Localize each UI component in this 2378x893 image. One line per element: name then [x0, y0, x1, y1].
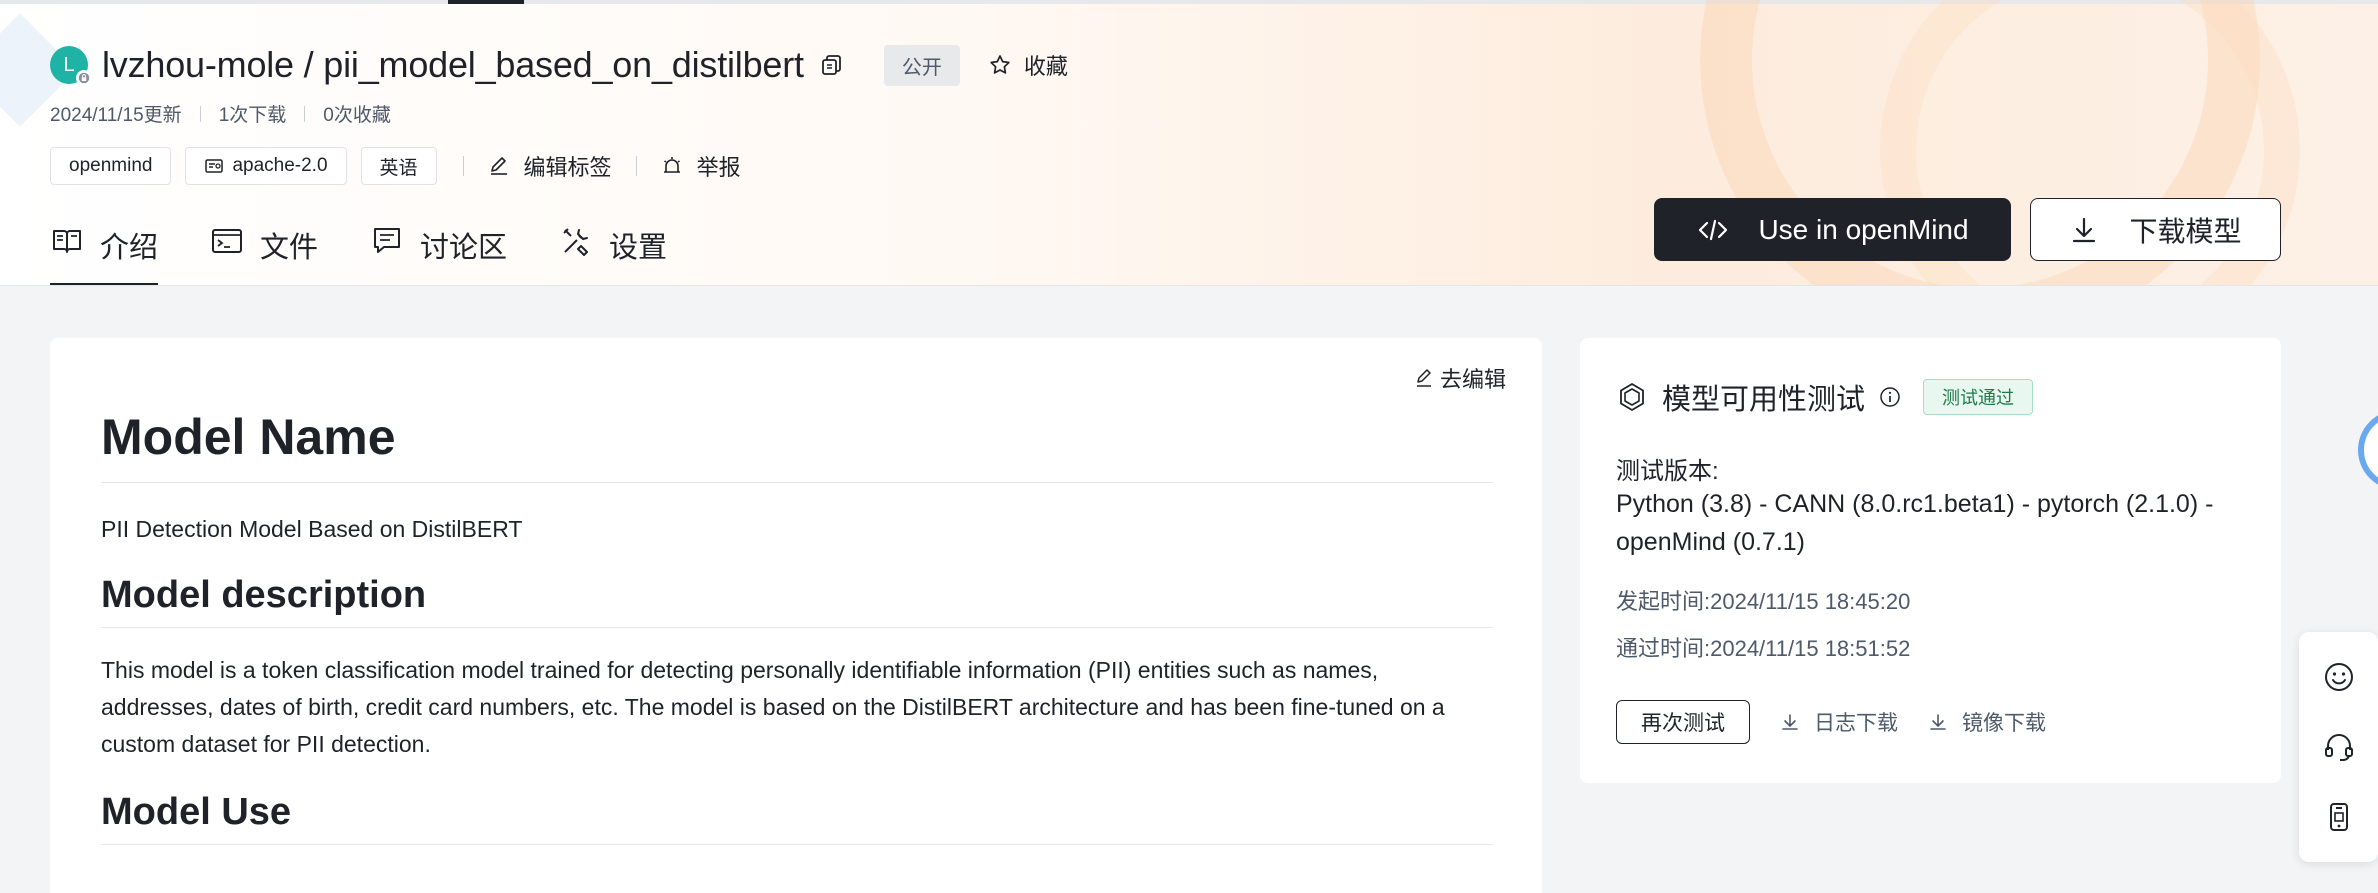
download-icon [1930, 714, 1946, 730]
test-actions: 再次测试 日志下载 镜像下载 [1616, 700, 2046, 744]
code-icon [1699, 219, 1728, 240]
terminal-icon [212, 229, 243, 253]
floating-assistant-bubble[interactable] [2358, 410, 2378, 490]
readme-content: Model Name PII Detection Model Based on … [101, 408, 1493, 845]
readme-card: 去编辑 Model Name PII Detection Model Based… [50, 338, 1542, 893]
tab-label: 文件 [260, 232, 319, 264]
pencil-icon [490, 157, 507, 175]
floating-toolbar [2299, 632, 2378, 862]
use-in-openmind-button[interactable]: Use in openMind [1654, 198, 2011, 261]
log-download-link[interactable]: 日志下载 [1780, 707, 1898, 737]
edit-tags-button[interactable]: 编辑标签 [488, 150, 612, 182]
tab-intro[interactable]: 介绍 [50, 218, 159, 285]
repo-meta: 2024/11/15更新 1次下载 0次收藏 [50, 100, 391, 127]
status-badge: 测试通过 [1923, 379, 2034, 415]
smile-icon[interactable] [2322, 660, 2356, 694]
tag-label: apache-2.0 [232, 155, 328, 176]
log-download-label: 日志下载 [1814, 712, 1898, 735]
download-count: 1次下载 [218, 105, 287, 126]
test-card-title: 模型可用性测试 [1662, 384, 1866, 416]
edit-label: 去编辑 [1439, 367, 1506, 392]
version-text: Python (3.8) - CANN (8.0.rc1.beta1) - py… [1616, 490, 2214, 556]
edit-readme-link[interactable]: 去编辑 [1414, 362, 1506, 394]
meta-divider [304, 105, 306, 122]
readme-paragraph: PII Detection Model Based on DistilBERT [101, 516, 523, 542]
visibility-badge: 公开 [883, 44, 960, 86]
download-icon [1782, 714, 1798, 730]
tab-settings[interactable]: 设置 [559, 218, 668, 285]
tab-label: 讨论区 [420, 232, 508, 264]
copy-icon[interactable] [820, 53, 844, 77]
image-download-label: 镜像下载 [1962, 712, 2046, 735]
image-download-link[interactable]: 镜像下载 [1928, 707, 2046, 737]
tag-chip[interactable]: apache-2.0 [185, 147, 347, 185]
tab-discussion[interactable]: 讨论区 [370, 218, 508, 285]
tag-divider [462, 156, 464, 176]
pass-time: 通过时间:2024/11/15 18:51:52 [1616, 636, 1911, 661]
report-label: 举报 [696, 155, 741, 180]
report-button[interactable]: 举报 [661, 150, 741, 182]
use-button-label: Use in openMind [1758, 213, 1969, 245]
download-icon [2073, 217, 2096, 242]
version-label: 测试版本: [1616, 458, 1719, 485]
tools-icon [563, 228, 589, 256]
readme-heading-2: Model Use [101, 791, 1493, 845]
download-button-label: 下载模型 [2129, 215, 2242, 247]
download-model-button[interactable]: 下载模型 [2030, 198, 2281, 261]
chat-icon [374, 228, 401, 253]
tag-label: 英语 [379, 157, 418, 179]
favorite-count: 0次收藏 [323, 105, 391, 126]
updated-date: 2024/11/15更新 [50, 105, 182, 126]
tab-label: 介绍 [100, 232, 159, 264]
repo-tabs: 介绍 文件 讨论区 设置 [50, 218, 719, 285]
pencil-icon [1416, 369, 1431, 387]
tag-chip[interactable]: openmind [50, 147, 172, 185]
tab-files[interactable]: 文件 [210, 218, 319, 285]
mobile-icon[interactable] [2322, 800, 2356, 834]
tag-row: openmind apache-2.0 英语 编辑标签 举报 [50, 147, 753, 185]
tag-chip[interactable]: 英语 [360, 147, 437, 185]
availability-test-card: 模型可用性测试 测试通过 测试版本: Python (3.8) - CANN (… [1580, 338, 2281, 783]
avatar-letter: L [63, 53, 75, 76]
meta-divider [199, 105, 201, 122]
edit-tags-label: 编辑标签 [523, 155, 612, 180]
tag-label: openmind [69, 155, 153, 176]
readme-heading-2: Model description [101, 574, 1493, 628]
lock-icon [76, 70, 92, 86]
retest-button[interactable]: 再次测试 [1616, 700, 1750, 744]
test-card-header: 模型可用性测试 测试通过 [1616, 376, 2034, 418]
repo-title: lvzhou-mole / pii_model_based_on_distilb… [102, 44, 804, 85]
hexagon-icon [1620, 383, 1644, 411]
alarm-icon [663, 157, 680, 173]
repo-header: L lvzhou-mole / pii_model_based_on_disti… [0, 0, 2378, 286]
book-icon [53, 230, 81, 253]
headset-icon[interactable] [2322, 730, 2356, 764]
info-icon[interactable] [1879, 386, 1901, 408]
favorite-label: 收藏 [1023, 54, 1068, 79]
readme-paragraph: This model is a token classification mod… [101, 657, 1445, 757]
tab-label: 设置 [609, 232, 668, 264]
start-time: 发起时间:2024/11/15 18:45:20 [1616, 589, 1911, 614]
top-strip-indicator [448, 0, 524, 4]
tag-divider [635, 156, 637, 176]
star-icon [990, 55, 1010, 74]
license-icon [205, 159, 224, 173]
avatar[interactable]: L [50, 46, 92, 86]
title-row: L lvzhou-mole / pii_model_based_on_disti… [50, 40, 1068, 90]
favorite-button[interactable]: 收藏 [988, 49, 1068, 81]
readme-heading-1: Model Name [101, 408, 1493, 483]
